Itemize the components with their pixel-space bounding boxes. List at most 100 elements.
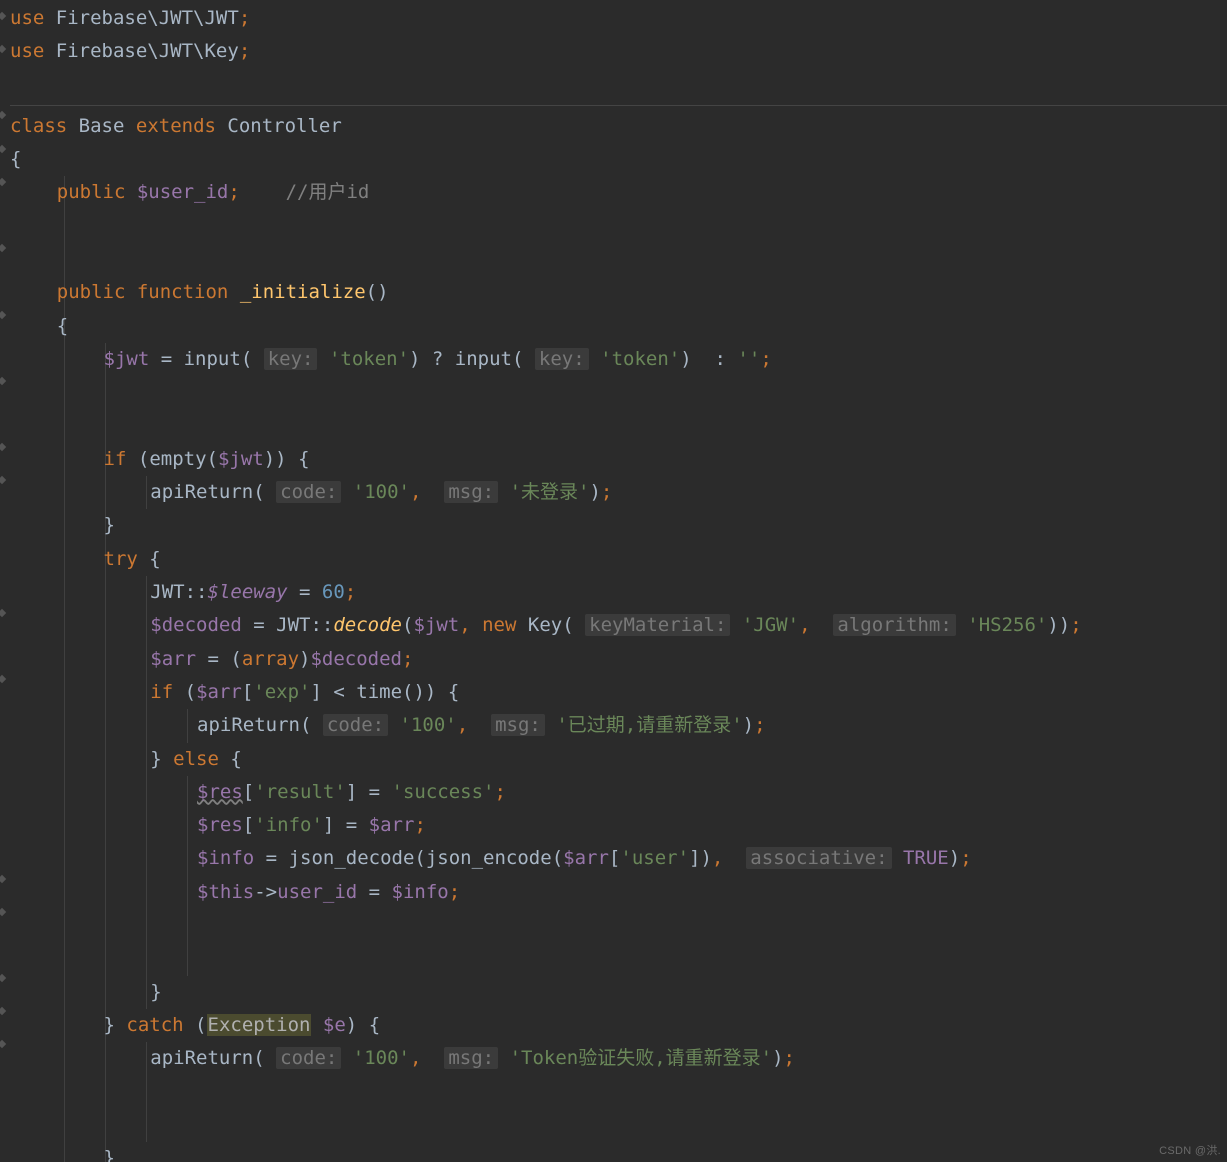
code-line[interactable]: $jwt = input( key: 'token') ? input( key… — [10, 343, 1227, 376]
hint-algorithm: algorithm: — [833, 614, 955, 636]
kw-array: array — [242, 648, 299, 670]
code-line[interactable]: $decoded = JWT::decode($jwt, new Key( ke… — [10, 609, 1227, 642]
code-line[interactable]: public $user_id; //用户id — [10, 176, 1227, 209]
code-line[interactable]: } — [10, 1142, 1227, 1162]
var-arr: $arr — [150, 648, 196, 670]
var-arr: $arr — [369, 814, 415, 836]
blank-line — [10, 909, 1227, 942]
fn-apireturn: apiReturn — [150, 481, 253, 503]
fn-jsondecode: json_decode — [289, 847, 415, 869]
fn-apireturn: apiReturn — [150, 1047, 253, 1069]
kw-function: function — [137, 281, 229, 303]
region-separator — [10, 105, 1227, 107]
hint-code: code: — [323, 714, 388, 736]
blank-line — [10, 69, 1227, 102]
code-line[interactable]: } — [10, 976, 1227, 1009]
hint-key: key: — [264, 348, 318, 370]
code-line[interactable]: $res['info'] = $arr; — [10, 809, 1227, 842]
kw-class: class — [10, 115, 67, 137]
str-token: 'token' — [329, 348, 409, 370]
var-jwt: $jwt — [218, 448, 264, 470]
code-line[interactable]: if (empty($jwt)) { — [10, 443, 1227, 476]
code-line[interactable]: } — [10, 509, 1227, 542]
str-success: 'success' — [392, 781, 495, 803]
hint-code: code: — [276, 1047, 341, 1069]
str-result: 'result' — [254, 781, 346, 803]
str-expired: '已过期,请重新登录' — [556, 714, 742, 736]
var-info: $info — [392, 881, 449, 903]
fn-input: input — [184, 348, 241, 370]
code-line[interactable]: { — [10, 143, 1227, 176]
code-line[interactable]: JWT::$leeway = 60; — [10, 576, 1227, 609]
cls-key: Key — [528, 614, 562, 636]
code-line[interactable]: use Firebase\JWT\JWT; — [10, 2, 1227, 35]
import-path: Firebase\JWT\JWT — [56, 7, 239, 29]
code-line[interactable]: $arr = (array)$decoded; — [10, 643, 1227, 676]
str-empty: '' — [737, 348, 760, 370]
cls-exception: Exception — [207, 1014, 312, 1036]
watermark: CSDN @洪. — [1159, 1142, 1221, 1158]
code-line[interactable]: if ($arr['exp'] < time()) { — [10, 676, 1227, 709]
code-line[interactable]: class Base extends Controller — [10, 110, 1227, 143]
code-line[interactable]: try { — [10, 543, 1227, 576]
blank-line — [10, 1109, 1227, 1142]
var-e: $e — [323, 1014, 346, 1036]
fn-jsonencode: json_encode — [426, 847, 552, 869]
var-leeway: $leeway — [208, 581, 288, 603]
code-line[interactable]: } else { — [10, 743, 1227, 776]
blank-line — [10, 376, 1227, 409]
hint-msg: msg: — [491, 714, 545, 736]
code-line[interactable]: } catch (Exception $e) { — [10, 1009, 1227, 1042]
code-line[interactable]: use Firebase\JWT\Key; — [10, 35, 1227, 68]
const-true: TRUE — [903, 847, 949, 869]
str-exp: 'exp' — [253, 681, 310, 703]
code-line[interactable]: apiReturn( code: '100', msg: '已过期,请重新登录'… — [10, 709, 1227, 742]
var-decoded: $decoded — [150, 614, 242, 636]
hint-code: code: — [276, 481, 341, 503]
kw-extends: extends — [136, 115, 216, 137]
hint-associative: associative: — [746, 847, 891, 869]
str-user: 'user' — [620, 847, 689, 869]
hint-keymaterial: keyMaterial: — [585, 614, 730, 636]
str-tokenfail: 'Token验证失败,请重新登录' — [510, 1047, 773, 1069]
str-info: 'info' — [254, 814, 323, 836]
str-token: 'token' — [600, 348, 680, 370]
hint-msg: msg: — [444, 481, 498, 503]
var-jwt: $jwt — [104, 348, 150, 370]
fn-time: time — [356, 681, 402, 703]
fn-apireturn: apiReturn — [197, 714, 300, 736]
str-jgw: 'JGW' — [742, 614, 799, 636]
var-decoded: $decoded — [310, 648, 402, 670]
code-line[interactable]: $this->user_id = $info; — [10, 876, 1227, 909]
code-line[interactable]: public function _initialize() — [10, 276, 1227, 309]
kw-new: new — [482, 614, 516, 636]
var-arr: $arr — [563, 847, 609, 869]
var-jwt: $jwt — [413, 614, 459, 636]
code-line[interactable]: apiReturn( code: '100', msg: '未登录'); — [10, 476, 1227, 509]
blank-line — [10, 210, 1227, 243]
code-editor[interactable]: use Firebase\JWT\JWT; use Firebase\JWT\K… — [0, 0, 1227, 1162]
kw-public: public — [57, 281, 126, 303]
str-hs256: 'HS256' — [967, 614, 1047, 636]
fn-decode: decode — [333, 614, 402, 636]
kw-use: use — [10, 40, 44, 62]
kw-if: if — [104, 448, 127, 470]
comment: //用户id — [286, 181, 370, 203]
cursor-line[interactable] — [10, 1076, 1227, 1109]
kw-else: else — [173, 748, 219, 770]
var-arr: $arr — [196, 681, 242, 703]
code-line[interactable]: $info = json_decode(json_encode($arr['us… — [10, 842, 1227, 875]
fn-input: input — [455, 348, 512, 370]
code-line[interactable]: apiReturn( code: '100', msg: 'Token验证失败,… — [10, 1042, 1227, 1075]
var-this: $this — [197, 881, 254, 903]
hint-msg: msg: — [444, 1047, 498, 1069]
kw-try: try — [104, 548, 138, 570]
prop-userid: user_id — [277, 881, 357, 903]
str-100: '100' — [353, 481, 410, 503]
cls-jwt: JWT — [276, 614, 310, 636]
str-100: '100' — [400, 714, 457, 736]
code-line[interactable]: { — [10, 310, 1227, 343]
kw-public: public — [57, 181, 126, 203]
import-path: Firebase\JWT\Key — [56, 40, 239, 62]
code-line[interactable]: $res['result'] = 'success'; — [10, 776, 1227, 809]
